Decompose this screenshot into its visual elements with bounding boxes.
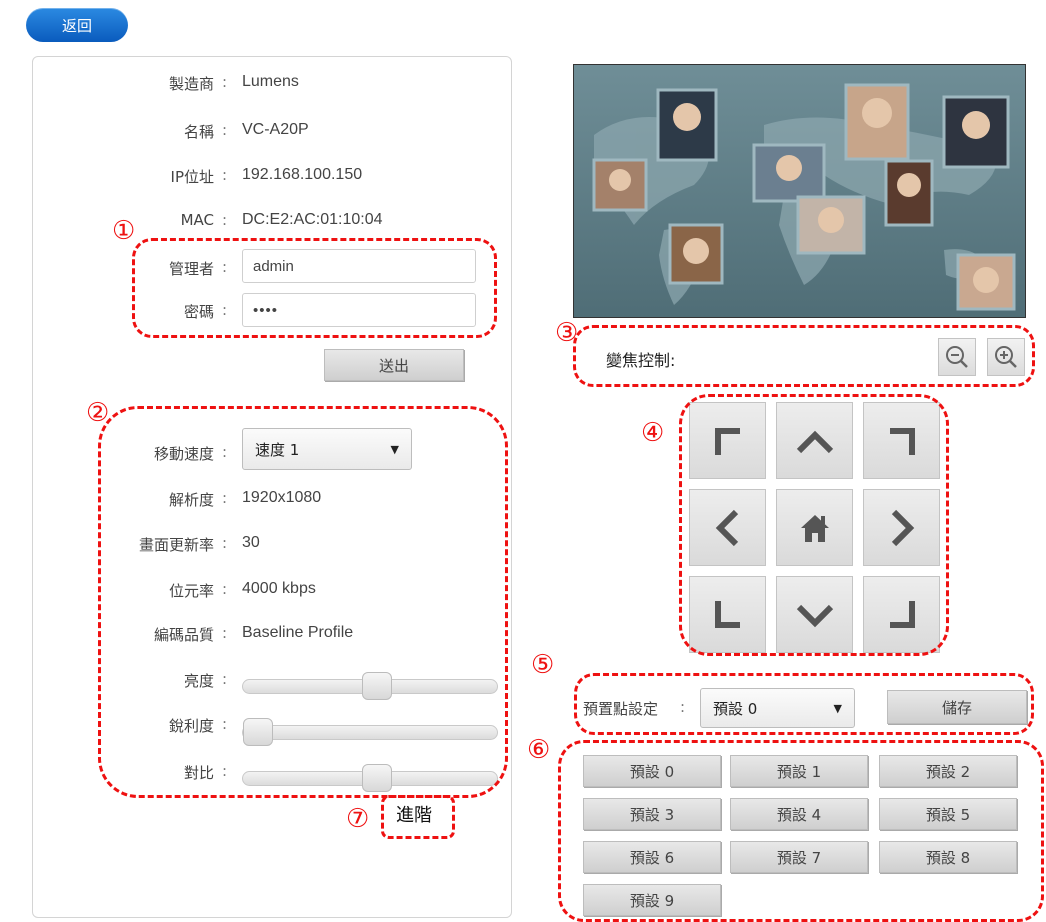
colon: :	[222, 762, 228, 780]
sharpness-slider-thumb[interactable]	[243, 718, 273, 746]
admin-label: 管理者	[168, 260, 214, 278]
pan-up-left-button[interactable]	[689, 402, 766, 479]
colon: :	[680, 698, 686, 716]
preset-select[interactable]: 預設 0 ▼	[700, 688, 855, 728]
preset-button[interactable]: 預設 7	[730, 841, 868, 873]
framerate-label: 畫面更新率	[138, 536, 214, 554]
ip-label: IP位址	[170, 168, 214, 186]
preset-select-value: 預設 0	[713, 699, 758, 718]
preset-button[interactable]: 預設 9	[583, 884, 721, 916]
resolution-value: 1920x1080	[242, 489, 322, 506]
video-preview	[573, 64, 1026, 318]
annotation-marker-7: ⑦	[346, 804, 370, 834]
pan-down-left-button[interactable]	[689, 576, 766, 653]
preset-button[interactable]: 預設 2	[879, 755, 1017, 787]
password-input[interactable]: ••••	[242, 293, 476, 327]
arrow-left-icon	[715, 509, 738, 546]
brightness-slider[interactable]	[242, 672, 498, 700]
colon: :	[222, 534, 228, 552]
zoom-in-button[interactable]	[987, 338, 1025, 376]
speed-select[interactable]: 速度 1 ▼	[242, 428, 412, 470]
colon: :	[222, 443, 228, 461]
bitrate-label: 位元率	[168, 582, 214, 600]
zoom-in-icon	[995, 346, 1017, 368]
arrow-right-icon	[891, 509, 914, 546]
colon: :	[222, 580, 228, 598]
annotation-marker-6: ⑥	[527, 735, 551, 765]
colon: :	[222, 715, 228, 733]
arrow-up-left-icon	[714, 427, 740, 455]
preset-button[interactable]: 預設 0	[583, 755, 721, 787]
preset-button[interactable]: 預設 1	[730, 755, 868, 787]
colon: :	[222, 624, 228, 642]
colon: :	[222, 301, 228, 319]
arrow-down-left-icon	[714, 600, 740, 628]
admin-input[interactable]: admin	[242, 249, 476, 283]
annotation-marker-2: ②	[86, 398, 110, 428]
pan-up-right-button[interactable]	[863, 402, 940, 479]
preset-button[interactable]: 預設 8	[879, 841, 1017, 873]
colon: :	[222, 73, 228, 91]
tilt-down-button[interactable]	[776, 576, 853, 653]
speed-select-value: 速度 1	[255, 440, 300, 459]
preset-label: 預置點設定	[583, 700, 659, 718]
annotation-marker-4: ④	[641, 418, 665, 448]
zoom-out-icon	[946, 346, 968, 368]
preset-button[interactable]: 預設 5	[879, 798, 1017, 830]
manufacturer-label: 製造商	[168, 75, 214, 93]
zoom-out-button[interactable]	[938, 338, 976, 376]
dropdown-arrow-icon: ▼	[390, 442, 399, 456]
contrast-slider[interactable]	[242, 764, 498, 792]
mac-value: DC:E2:AC:01:10:04	[242, 211, 383, 228]
profile-label: 編碼品質	[153, 626, 214, 644]
ip-value: 192.168.100.150	[242, 166, 363, 183]
speed-label: 移動速度	[153, 445, 214, 463]
framerate-value: 30	[242, 534, 260, 551]
colon: :	[222, 121, 228, 139]
colon: :	[222, 258, 228, 276]
brightness-slider-thumb[interactable]	[361, 672, 392, 700]
preset-button[interactable]: 預設 3	[583, 798, 721, 830]
advanced-link[interactable]: 進階	[396, 801, 432, 827]
contrast-label: 對比	[183, 764, 214, 782]
preset-save-button[interactable]: 儲存	[887, 690, 1027, 724]
contrast-slider-thumb[interactable]	[361, 764, 392, 792]
tilt-up-button[interactable]	[776, 402, 853, 479]
name-value: VC-A20P	[242, 121, 309, 138]
sharpness-slider[interactable]	[242, 718, 498, 746]
annotation-marker-3: ③	[555, 318, 579, 348]
arrow-up-right-icon	[889, 427, 915, 455]
preset-button[interactable]: 預設 6	[583, 841, 721, 873]
colon: :	[222, 211, 228, 229]
brightness-label: 亮度	[183, 672, 214, 690]
annotation-marker-5: ⑤	[531, 650, 555, 680]
arrow-down-icon	[796, 604, 833, 627]
pan-left-button[interactable]	[689, 489, 766, 566]
dropdown-arrow-icon: ▼	[833, 701, 842, 715]
name-label: 名稱	[183, 123, 214, 141]
arrow-down-right-icon	[889, 600, 915, 628]
password-label: 密碼	[183, 303, 214, 321]
arrow-up-icon	[796, 430, 833, 453]
pan-down-right-button[interactable]	[863, 576, 940, 653]
mac-label: MAC	[180, 211, 214, 229]
profile-value: Baseline Profile	[242, 624, 354, 641]
annotation-marker-1: ①	[112, 216, 136, 246]
colon: :	[222, 489, 228, 507]
back-button[interactable]: 返回	[26, 8, 128, 42]
sharpness-label: 銳利度	[168, 717, 214, 735]
video-preview-image	[574, 65, 1025, 317]
home-icon	[800, 514, 829, 542]
colon: :	[222, 670, 228, 688]
resolution-label: 解析度	[168, 491, 214, 509]
preset-button[interactable]: 預設 4	[730, 798, 868, 830]
zoom-label: 變焦控制:	[606, 351, 676, 370]
bitrate-value: 4000 kbps	[242, 580, 316, 597]
pan-right-button[interactable]	[863, 489, 940, 566]
colon: :	[222, 166, 228, 184]
settings-panel	[32, 56, 512, 918]
home-button[interactable]	[776, 489, 853, 566]
submit-button[interactable]: 送出	[324, 349, 464, 381]
manufacturer-value: Lumens	[242, 73, 299, 90]
